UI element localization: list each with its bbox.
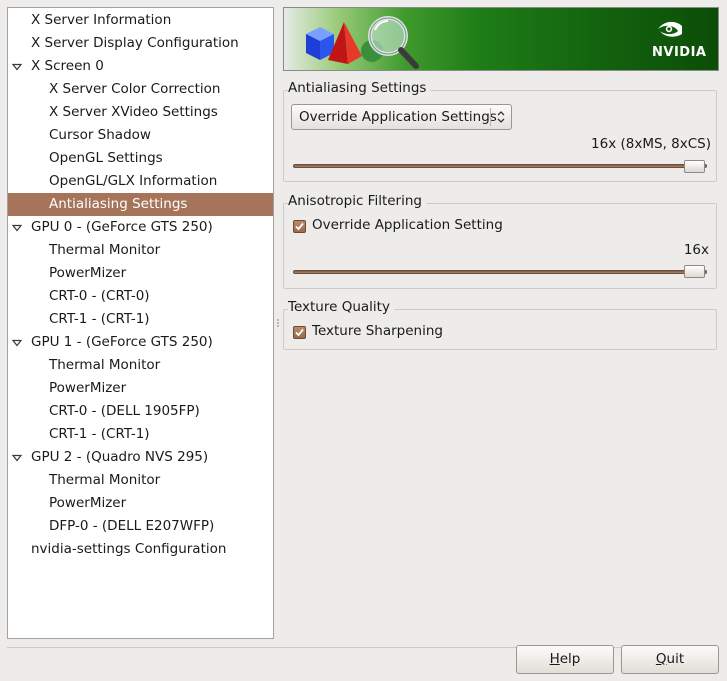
tree-item-label: Thermal Monitor <box>49 472 161 488</box>
anisotropic-override-checkbox[interactable] <box>293 220 306 233</box>
nvidia-eye-icon <box>656 19 682 39</box>
tree-item[interactable]: OpenGL/GLX Information <box>8 170 273 193</box>
tree-item-label: X Server Display Configuration <box>31 35 239 51</box>
anisotropic-slider-handle[interactable] <box>684 265 705 278</box>
tree-item-label: Antialiasing Settings <box>49 196 188 212</box>
tree-item-label: X Server XVideo Settings <box>49 104 218 120</box>
nvidia-logo-text: NVIDIA <box>652 45 707 60</box>
tree-item[interactable]: CRT-1 - (CRT-1) <box>8 423 273 446</box>
tree-item-label: OpenGL/GLX Information <box>49 173 218 189</box>
antialiasing-mode-combo[interactable]: Override Application Settings <box>291 104 512 130</box>
tree-item[interactable]: X Server Display Configuration <box>8 32 273 55</box>
tree-item-label: X Server Color Correction <box>49 81 221 97</box>
antialiasing-value-label: 16x (8xMS, 8xCS) <box>591 136 711 152</box>
pane-resize-grip[interactable] <box>276 318 280 328</box>
tree-item-label: GPU 0 - (GeForce GTS 250) <box>31 219 213 235</box>
tree-item[interactable]: Thermal Monitor <box>8 469 273 492</box>
tree-item[interactable]: CRT-1 - (CRT-1) <box>8 308 273 331</box>
antialiasing-slider-handle[interactable] <box>684 160 705 173</box>
help-mnemonic: H <box>549 651 560 667</box>
quit-label-rest: uit <box>666 651 685 667</box>
tree-item[interactable]: CRT-0 - (DELL 1905FP) <box>8 400 273 423</box>
tree-item[interactable]: PowerMizer <box>8 377 273 400</box>
check-icon <box>295 328 304 337</box>
tree-item[interactable]: GPU 1 - (GeForce GTS 250) <box>8 331 273 354</box>
updown-arrow-icon <box>497 111 505 123</box>
tree-item-label: nvidia-settings Configuration <box>31 541 227 557</box>
navigation-tree[interactable]: X Server Information X Server Display Con… <box>7 7 274 639</box>
tree-item[interactable]: Cursor Shadow <box>8 124 273 147</box>
tree-item-label: X Server Information <box>31 12 172 28</box>
quit-mnemonic: Q <box>655 651 667 667</box>
tree-item-label: PowerMizer <box>49 265 127 281</box>
tree-item[interactable]: PowerMizer <box>8 262 273 285</box>
expander-down-icon[interactable] <box>11 452 23 464</box>
tree-item-label: CRT-1 - (CRT-1) <box>49 311 150 327</box>
tree-item[interactable]: X Screen 0 <box>8 55 273 78</box>
tree-item-label: CRT-0 - (CRT-0) <box>49 288 150 304</box>
tree-item[interactable]: GPU 0 - (GeForce GTS 250) <box>8 216 273 239</box>
tree-item-label: OpenGL Settings <box>49 150 163 166</box>
antialiasing-slider[interactable] <box>293 164 707 168</box>
banner-graphic <box>306 16 682 69</box>
tree-item[interactable]: X Server XVideo Settings <box>8 101 273 124</box>
tree-item-label: CRT-0 - (DELL 1905FP) <box>49 403 200 419</box>
tree-item-label: Cursor Shadow <box>49 127 151 143</box>
tree-item[interactable]: GPU 2 - (Quadro NVS 295) <box>8 446 273 469</box>
tree-item[interactable]: Antialiasing Settings <box>8 193 273 216</box>
tree-item-label: DFP-0 - (DELL E207WFP) <box>49 518 215 534</box>
expander-down-icon[interactable] <box>11 337 23 349</box>
tree-item[interactable]: nvidia-settings Configuration <box>8 538 273 561</box>
tree-item[interactable]: X Server Information <box>8 9 273 32</box>
anisotropic-slider[interactable] <box>293 270 707 274</box>
tree-item[interactable]: PowerMizer <box>8 492 273 515</box>
expander-down-icon[interactable] <box>11 61 23 73</box>
check-icon <box>295 222 304 231</box>
cube-icon <box>306 27 334 60</box>
tree-item[interactable]: X Server Color Correction <box>8 78 273 101</box>
tree-item-label: GPU 1 - (GeForce GTS 250) <box>31 334 213 350</box>
help-button[interactable]: Help <box>516 645 614 674</box>
tree-item-label: GPU 2 - (Quadro NVS 295) <box>31 449 209 465</box>
tree-item[interactable]: Thermal Monitor <box>8 354 273 377</box>
tree-item-label: PowerMizer <box>49 380 127 396</box>
tree-item[interactable]: CRT-0 - (CRT-0) <box>8 285 273 308</box>
tree-item[interactable]: OpenGL Settings <box>8 147 273 170</box>
expander-down-icon[interactable] <box>11 222 23 234</box>
texture-title: Texture Quality <box>288 299 394 315</box>
tree-item-label: PowerMizer <box>49 495 127 511</box>
tree-item-label: X Screen 0 <box>31 58 104 74</box>
quit-button[interactable]: Quit <box>621 645 719 674</box>
tree-item-label: CRT-1 - (CRT-1) <box>49 426 150 442</box>
tree-item-label: Thermal Monitor <box>49 242 161 258</box>
help-label-rest: elp <box>559 651 581 667</box>
tree-item[interactable]: Thermal Monitor <box>8 239 273 262</box>
texture-sharpening-checkbox[interactable] <box>293 326 306 339</box>
anisotropic-value-label: 16x <box>683 242 709 258</box>
tree-item[interactable]: DFP-0 - (DELL E207WFP) <box>8 515 273 538</box>
antialiasing-mode-value: Override Application Settings <box>299 109 497 125</box>
antialiasing-title: Antialiasing Settings <box>288 80 431 96</box>
texture-sharpening-label[interactable]: Texture Sharpening <box>312 323 443 339</box>
anisotropic-override-label[interactable]: Override Application Setting <box>312 217 503 233</box>
anisotropic-title: Anisotropic Filtering <box>288 193 426 209</box>
tree-item-label: Thermal Monitor <box>49 357 161 373</box>
nvidia-banner: NVIDIA <box>283 7 719 71</box>
